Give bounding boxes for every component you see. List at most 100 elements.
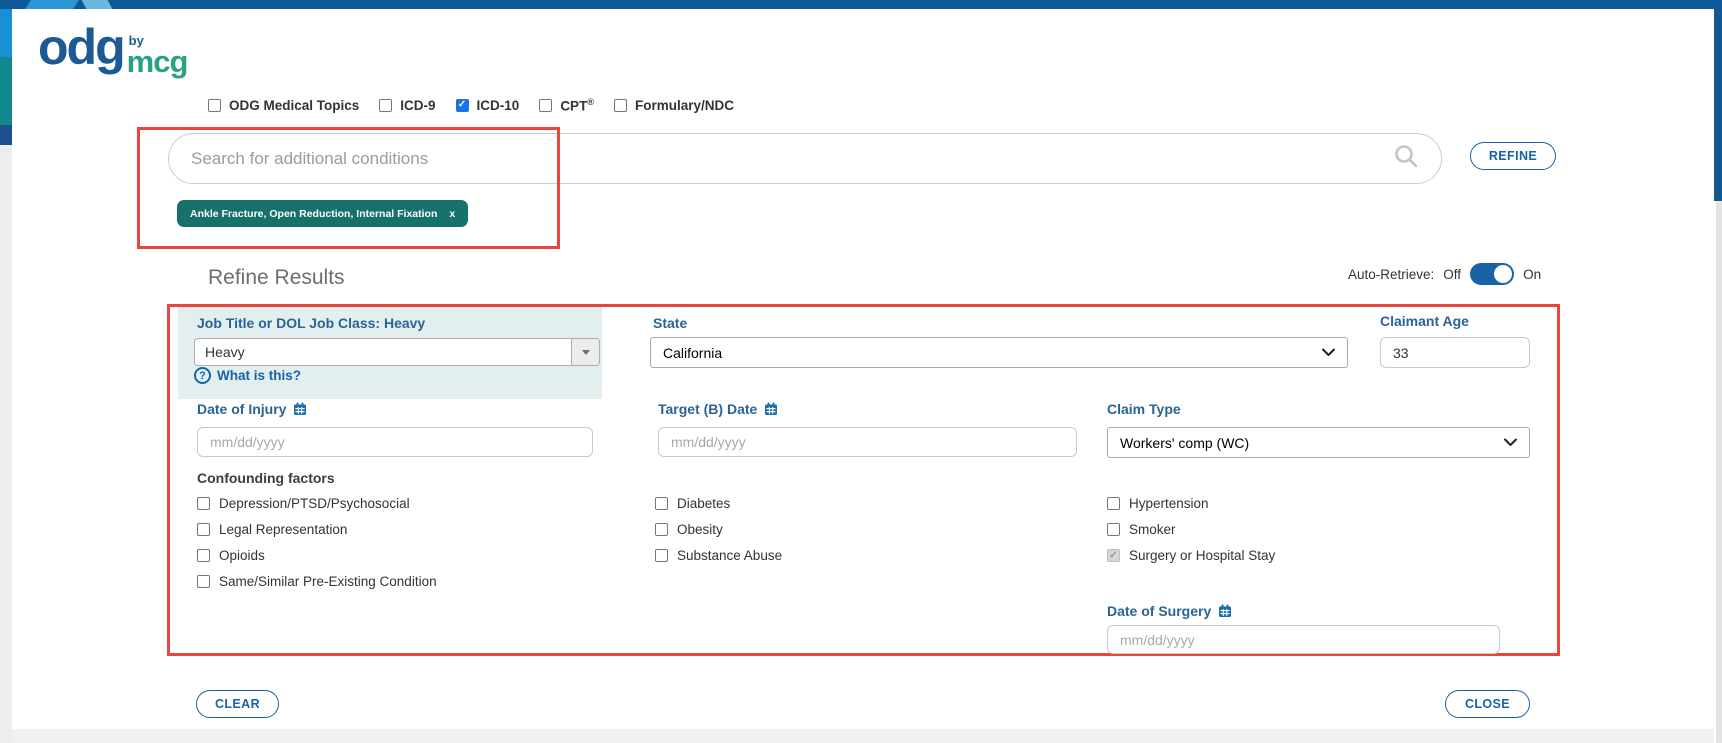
what-is-this-link[interactable]: What is this?: [194, 367, 301, 384]
calendar-icon[interactable]: [1218, 604, 1232, 618]
checkbox-item[interactable]: Hypertension: [1107, 496, 1275, 511]
claimant-age-label: Claimant Age: [1380, 313, 1469, 329]
checkbox[interactable]: [197, 549, 210, 562]
checkbox-label: Opioids: [219, 548, 265, 563]
checkbox: [1107, 549, 1120, 562]
odg-by-mcg-logo: odg by mcg: [38, 20, 187, 76]
checkbox-label: ODG Medical Topics: [229, 98, 359, 113]
search-icon[interactable]: [1393, 143, 1419, 174]
search-input[interactable]: [191, 149, 1393, 169]
auto-retrieve-on-label: On: [1523, 267, 1541, 282]
target-b-date-label: Target (B) Date: [658, 401, 778, 417]
checkbox-item[interactable]: Obesity: [655, 522, 782, 537]
checkbox[interactable]: [379, 99, 392, 112]
target-b-date-input[interactable]: [658, 427, 1077, 457]
checkbox-label: Diabetes: [677, 496, 730, 511]
checkbox[interactable]: [1107, 497, 1120, 510]
checkbox-item[interactable]: Substance Abuse: [655, 548, 782, 563]
what-is-this-label: What is this?: [217, 368, 301, 383]
checkbox-item[interactable]: ICD-9: [379, 98, 435, 113]
checkbox-item[interactable]: Diabetes: [655, 496, 782, 511]
checkbox[interactable]: [1107, 523, 1120, 536]
job-class-dropdown-button[interactable]: [571, 339, 599, 365]
claimant-age-input[interactable]: [1380, 337, 1530, 368]
date-of-injury-text: Date of Injury: [197, 401, 286, 417]
checkbox-label: Depression/PTSD/Psychosocial: [219, 496, 410, 511]
left-edge-stripe-navy: [0, 125, 12, 145]
confounding-factors-label: Confounding factors: [197, 470, 335, 486]
checkbox-label: Hypertension: [1129, 496, 1209, 511]
auto-retrieve-label: Auto-Retrieve:: [1348, 267, 1434, 282]
checkbox-item[interactable]: Depression/PTSD/Psychosocial: [197, 496, 437, 511]
clear-button[interactable]: CLEAR: [196, 690, 279, 718]
refine-results-heading: Refine Results: [208, 266, 345, 290]
checkbox[interactable]: [655, 497, 668, 510]
job-title-label: Job Title or DOL Job Class: Heavy: [197, 315, 425, 331]
checkbox[interactable]: [197, 497, 210, 510]
checkbox[interactable]: [655, 549, 668, 562]
checkbox-label: Surgery or Hospital Stay: [1129, 548, 1275, 563]
state-select-value: California: [663, 345, 722, 361]
calendar-icon[interactable]: [764, 402, 778, 416]
tag-close-icon[interactable]: x: [449, 208, 455, 220]
close-button[interactable]: CLOSE: [1445, 690, 1530, 718]
checkbox-item[interactable]: ODG Medical Topics: [208, 98, 359, 113]
job-class-combobox[interactable]: Heavy: [194, 338, 600, 366]
top-accent-shape: [82, 0, 113, 9]
confounding-column-1: Depression/PTSD/Psychosocial Legal Repres…: [197, 496, 437, 589]
checkbox-item[interactable]: Opioids: [197, 548, 437, 563]
checkbox-item[interactable]: Formulary/NDC: [614, 98, 734, 113]
logo-mcg-text: mcg: [127, 47, 188, 76]
checkbox-label: CPT®: [560, 97, 594, 114]
checkbox[interactable]: [655, 523, 668, 536]
checkbox-item[interactable]: CPT®: [539, 97, 594, 114]
question-mark-icon: [194, 367, 211, 384]
date-of-injury-input[interactable]: [197, 427, 593, 457]
chevron-down-icon: [1504, 438, 1517, 447]
state-select[interactable]: California: [650, 337, 1348, 368]
job-class-value[interactable]: Heavy: [195, 339, 571, 365]
checkbox[interactable]: [197, 575, 210, 588]
date-of-injury-label: Date of Injury: [197, 401, 307, 417]
checkbox-item[interactable]: Same/Similar Pre-Existing Condition: [197, 574, 437, 589]
checkbox[interactable]: [208, 99, 221, 112]
date-of-surgery-input[interactable]: [1107, 625, 1500, 654]
checkbox-label: Same/Similar Pre-Existing Condition: [219, 574, 437, 589]
confounding-column-2: Diabetes Obesity Substance Abuse: [655, 496, 782, 563]
checkbox-item[interactable]: Legal Representation: [197, 522, 437, 537]
caret-down-icon: [582, 350, 590, 355]
search-bar[interactable]: [168, 133, 1442, 184]
date-of-surgery-label: Date of Surgery: [1107, 603, 1232, 619]
claim-type-select-value: Workers' comp (WC): [1120, 435, 1249, 451]
right-edge-stripe-gray: [1716, 201, 1722, 743]
checkbox-label: Formulary/NDC: [635, 98, 734, 113]
right-edge-stripe-navy: [1714, 9, 1722, 201]
checkbox-item[interactable]: ICD-10: [456, 98, 520, 113]
logo-odg-text: odg: [38, 20, 124, 75]
checkbox[interactable]: [456, 99, 469, 112]
condition-tag[interactable]: Ankle Fracture, Open Reduction, Internal…: [177, 200, 468, 227]
checkbox-label: Substance Abuse: [677, 548, 782, 563]
claim-type-label: Claim Type: [1107, 401, 1181, 417]
top-border-bar: [0, 0, 1722, 9]
auto-retrieve-control: Auto-Retrieve: Off On: [1348, 263, 1541, 285]
checkbox[interactable]: [197, 523, 210, 536]
top-accent-shape: [25, 0, 79, 9]
confounding-column-3: Hypertension Smoker Surgery or Hospital St…: [1107, 496, 1275, 563]
checkbox-label: Smoker: [1129, 522, 1176, 537]
refine-button[interactable]: REFINE: [1470, 142, 1556, 170]
date-of-surgery-text: Date of Surgery: [1107, 603, 1211, 619]
condition-tag-label: Ankle Fracture, Open Reduction, Internal…: [190, 208, 437, 220]
checkbox-item[interactable]: Smoker: [1107, 522, 1275, 537]
checkbox-item[interactable]: Surgery or Hospital Stay: [1107, 548, 1275, 563]
calendar-icon[interactable]: [293, 402, 307, 416]
bottom-divider: [12, 729, 1714, 743]
claim-type-select[interactable]: Workers' comp (WC): [1107, 427, 1530, 458]
chevron-down-icon: [1322, 348, 1335, 357]
checkbox[interactable]: [614, 99, 627, 112]
checkbox[interactable]: [539, 99, 552, 112]
auto-retrieve-toggle[interactable]: [1470, 263, 1514, 285]
left-edge-stripe-gray: [0, 145, 12, 743]
checkbox-label: ICD-10: [477, 98, 520, 113]
target-b-date-text: Target (B) Date: [658, 401, 757, 417]
